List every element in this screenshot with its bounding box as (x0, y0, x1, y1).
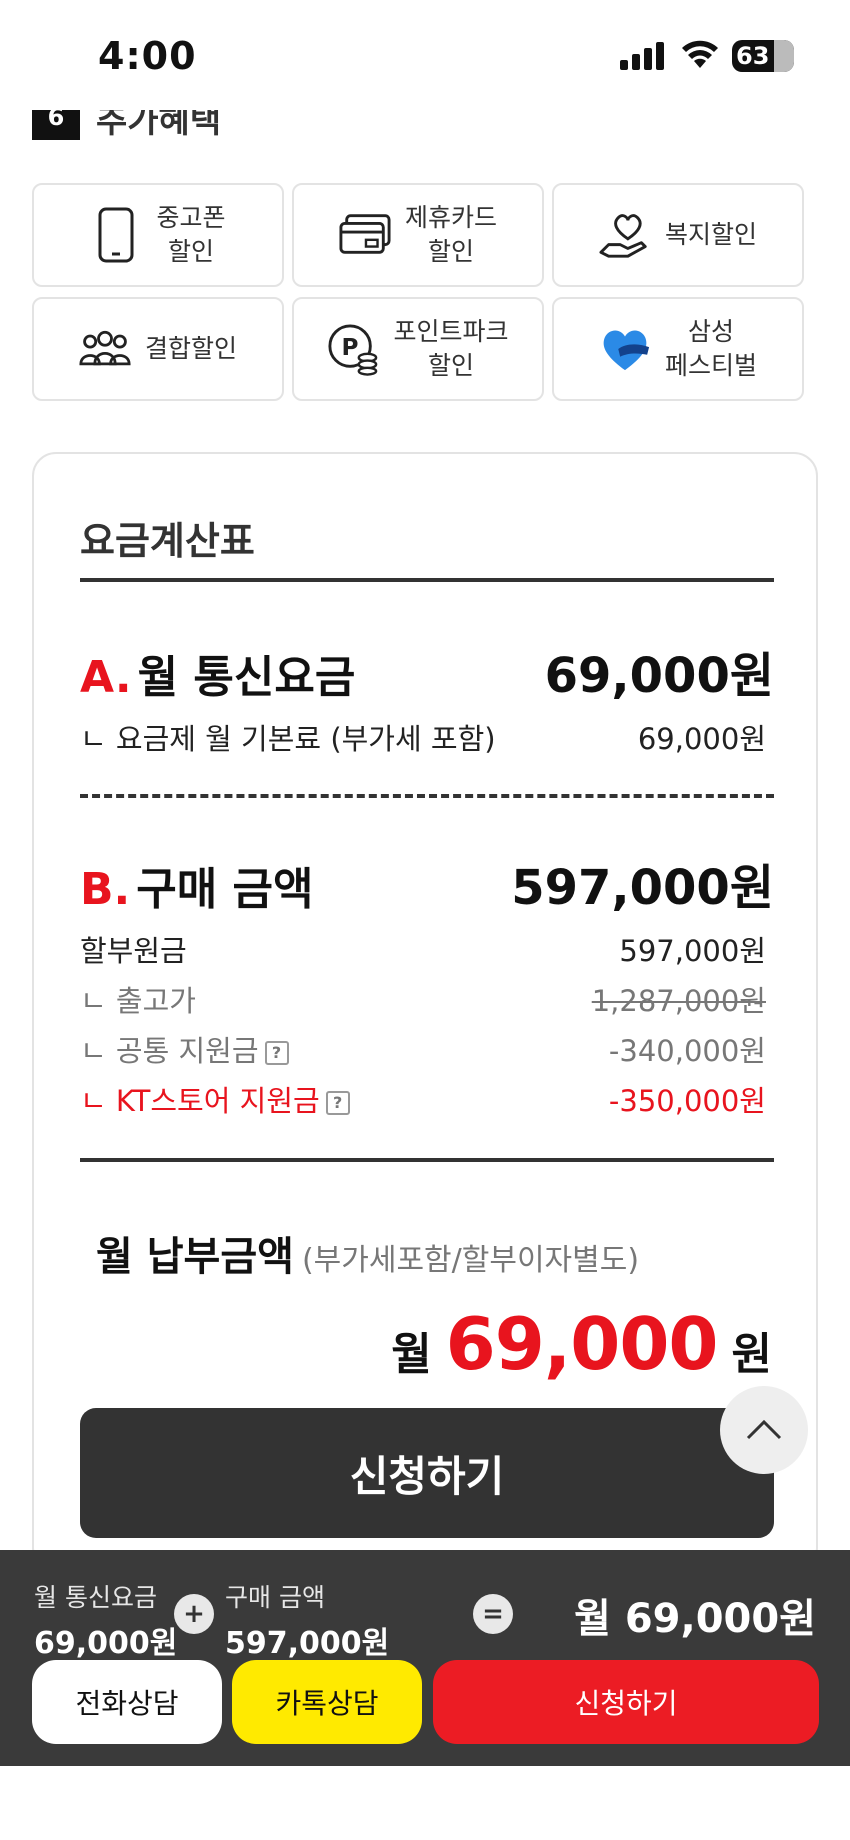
benefit-label: 포인트파크 할인 (393, 317, 509, 380)
monthly-payment-heading: 월 납부금액 (부가세포함/할부이자별도) (96, 1224, 639, 1282)
apply-button[interactable]: 신청하기 (80, 1408, 774, 1538)
common-support-label: ㄴ 공통 지원금? (80, 1028, 289, 1070)
equals-icon: = (473, 1594, 513, 1634)
benefit-label: 중고폰 할인 (156, 203, 226, 266)
benefits-grid: 중고폰 할인 제휴카드 할인 복지할인 결합할인 P 포인트파크 할인 삼성 페… (32, 183, 804, 401)
benefit-partner-card[interactable]: 제휴카드 할인 (292, 183, 544, 287)
release-price-value: 1,287,000원 (591, 984, 766, 1018)
divider (80, 1158, 774, 1162)
battery-level: 63 (736, 42, 770, 70)
benefit-label: 삼성 페스티벌 (664, 317, 757, 380)
installment-row: 할부원금 597,000원 (80, 928, 766, 970)
dashed-divider (80, 794, 774, 798)
kt-support-value: -350,000원 (608, 1084, 766, 1118)
common-support-row: ㄴ 공통 지원금? -340,000원 (80, 1028, 766, 1070)
summary-purchase-label: 구매 금액 (225, 1583, 325, 1612)
common-support-text: ㄴ 공통 지원금 (80, 1034, 259, 1068)
kakao-consult-button[interactable]: 카톡상담 (232, 1660, 422, 1744)
bottom-blank-area (0, 1766, 850, 1840)
benefit-label: 결합할인 (144, 334, 237, 363)
kt-support-row: ㄴ KT스토어 지원금? -350,000원 (80, 1078, 766, 1120)
purchase-amount-row: B. 구매 금액 597,000원 (80, 848, 774, 918)
benefit-welfare[interactable]: 복지할인 (552, 183, 804, 287)
help-icon[interactable]: ? (264, 1041, 289, 1065)
monthly-payment-total: 월 69,000 원 (391, 1302, 772, 1386)
people-group-icon (79, 323, 131, 375)
chevron-up-icon (746, 1419, 782, 1440)
benefit-bundle[interactable]: 결합할인 (32, 297, 284, 401)
monthly-payment-title: 월 납부금액 (96, 1234, 294, 1280)
phone-consult-button[interactable]: 전화상담 (32, 1660, 222, 1744)
base-fee-row: ㄴ 요금제 월 기본료 (부가세 포함) 69,000원 (80, 716, 766, 758)
installment-value: 597,000원 (619, 934, 766, 968)
bottom-summary-bar: 월 통신요금 69,000원 + 구매 금액 597,000원 = 월 69,0… (0, 1550, 850, 1766)
benefit-point-park[interactable]: P 포인트파크 할인 (292, 297, 544, 401)
plus-icon: + (174, 1594, 214, 1634)
total-amount: 69,000 (445, 1302, 719, 1386)
benefit-label: 복지할인 (664, 220, 757, 249)
bottom-apply-button[interactable]: 신청하기 (433, 1660, 819, 1744)
kt-support-label: ㄴ KT스토어 지원금? (80, 1078, 350, 1120)
divider (80, 578, 774, 582)
samsung-heart-icon (599, 323, 651, 375)
purchase-amount-text: 구매 금액 (136, 864, 314, 915)
base-fee-value: 69,000원 (637, 722, 766, 756)
section-letter-a: A. (80, 652, 132, 703)
monthly-fee-value: 69,000원 (544, 648, 774, 704)
svg-text:P: P (342, 335, 359, 361)
heart-hand-icon (599, 209, 651, 261)
purchase-amount-value: 597,000원 (511, 860, 774, 916)
point-coin-icon: P (327, 323, 379, 376)
benefit-used-phone[interactable]: 중고폰 할인 (32, 183, 284, 287)
summary-purchase-value: 597,000원 (225, 1626, 390, 1661)
monthly-payment-note: (부가세포함/할부이자별도) (301, 1243, 640, 1278)
summary-purchase: 구매 금액 597,000원 (225, 1578, 389, 1662)
benefit-label: 제휴카드 할인 (404, 203, 497, 266)
summary-monthly-fee: 월 통신요금 69,000원 (34, 1578, 177, 1662)
common-support-value: -340,000원 (608, 1034, 766, 1068)
base-fee-label: ㄴ 요금제 월 기본료 (부가세 포함) (80, 722, 496, 756)
summary-fee-label: 월 통신요금 (34, 1583, 157, 1612)
installment-label: 할부원금 (80, 934, 187, 968)
battery-icon: 63 (732, 40, 794, 72)
release-price-row: ㄴ 출고가 1,287,000원 (80, 978, 766, 1020)
monthly-fee-text: 월 통신요금 (137, 652, 356, 703)
section-letter-b: B. (80, 864, 131, 915)
wifi-icon (682, 40, 718, 68)
status-bar: 4:00 63 (0, 0, 850, 110)
phone-icon (90, 207, 142, 263)
purchase-amount-label: B. 구매 금액 (80, 853, 314, 917)
total-suffix: 원 (731, 1329, 772, 1380)
status-time: 4:00 (98, 34, 197, 78)
total-prefix: 월 (391, 1329, 432, 1380)
help-icon[interactable]: ? (325, 1091, 350, 1115)
credit-card-icon (339, 209, 391, 261)
scroll-to-top-button[interactable] (720, 1386, 808, 1474)
card-title: 요금계산표 (80, 519, 255, 563)
monthly-fee-label: A. 월 통신요금 (80, 641, 355, 705)
release-price-label: ㄴ 출고가 (80, 984, 196, 1018)
summary-total: 월 69,000원 (574, 1596, 816, 1642)
summary-fee-value: 69,000원 (34, 1626, 178, 1661)
cellular-signal-icon (620, 42, 664, 70)
kt-support-text: ㄴ KT스토어 지원금 (80, 1084, 320, 1118)
fee-calculation-card: 요금계산표 A. 월 통신요금 69,000원 ㄴ 요금제 월 기본료 (부가세 … (32, 452, 818, 1572)
benefit-samsung-festival[interactable]: 삼성 페스티벌 (552, 297, 804, 401)
monthly-fee-row: A. 월 통신요금 69,000원 (80, 636, 774, 706)
